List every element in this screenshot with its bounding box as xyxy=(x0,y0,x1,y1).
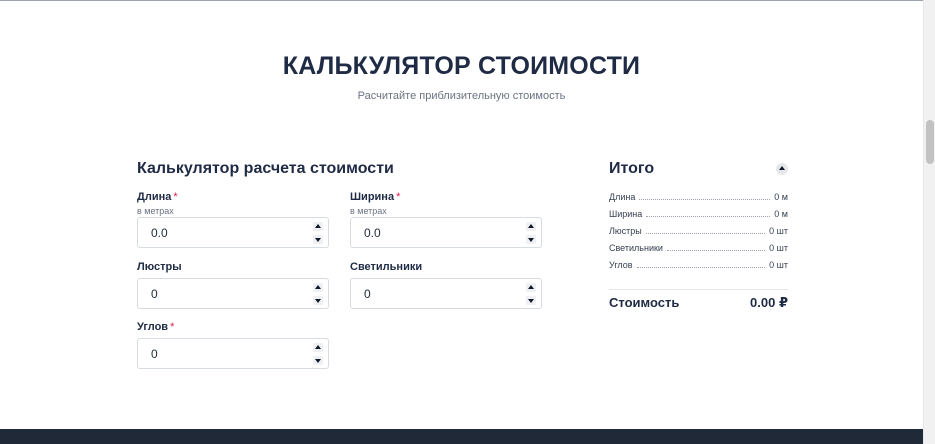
scrollbar-thumb[interactable] xyxy=(926,120,934,164)
chevron-up-icon[interactable] xyxy=(776,163,788,175)
summary-row: Люстры 0 шт xyxy=(609,224,788,236)
dotted-leader xyxy=(645,233,766,234)
dotted-leader xyxy=(646,216,771,217)
width-label: Ширина * xyxy=(350,191,401,203)
decrement-icon[interactable] xyxy=(313,235,323,244)
required-mark: * xyxy=(396,191,401,203)
total-value: 0.00 ₽ xyxy=(750,295,788,310)
length-label: Длина * xyxy=(137,191,178,203)
summary-title: Итого xyxy=(609,160,655,177)
summary-key: Ширина xyxy=(609,209,643,219)
summary-value: 0 шт xyxy=(769,260,788,270)
summary-divider xyxy=(609,289,788,290)
footer xyxy=(0,429,923,444)
dotted-leader xyxy=(639,199,771,200)
lamps-input[interactable]: 0 xyxy=(350,278,542,309)
required-mark: * xyxy=(170,321,175,333)
width-value: 0.0 xyxy=(364,226,381,240)
summary-row: Светильники 0 шт xyxy=(609,241,788,253)
corners-field: Углов * 0 xyxy=(137,321,329,369)
lamps-label: Светильники xyxy=(350,261,423,273)
length-field: Длина * в метрах 0.0 xyxy=(137,191,329,248)
chandeliers-stepper xyxy=(313,283,323,305)
summary-row: Углов 0 шт xyxy=(609,258,788,270)
length-input[interactable]: 0.0 xyxy=(137,217,329,248)
width-input[interactable]: 0.0 xyxy=(350,217,542,248)
decrement-icon[interactable] xyxy=(526,235,536,244)
width-field: Ширина * в метрах 0.0 xyxy=(350,191,542,248)
length-stepper xyxy=(313,222,323,244)
chandeliers-field: Люстры 0 xyxy=(137,261,329,309)
increment-icon[interactable] xyxy=(313,343,323,352)
page-title: КАЛЬКУЛЯТОР СТОИМОСТИ xyxy=(282,52,641,80)
summary-value: 0 шт xyxy=(769,243,788,253)
total-label: Стоимость xyxy=(609,295,680,310)
length-hint: в метрах xyxy=(137,206,174,216)
lamps-field: Светильники 0 xyxy=(350,261,542,309)
summary-key: Светильники xyxy=(609,243,663,253)
corners-label: Углов * xyxy=(137,321,175,333)
required-mark: * xyxy=(173,191,178,203)
summary-value: 0 м xyxy=(774,192,788,202)
summary-key: Люстры xyxy=(609,226,642,236)
chandeliers-input[interactable]: 0 xyxy=(137,278,329,309)
summary-row: Ширина 0 м xyxy=(609,207,788,219)
lamps-value: 0 xyxy=(364,287,371,301)
summary-value: 0 м xyxy=(774,209,788,219)
dotted-leader xyxy=(666,250,766,251)
page-subtitle: Расчитайте приблизительную стоимость xyxy=(357,90,566,102)
increment-icon[interactable] xyxy=(526,222,536,231)
summary-value: 0 шт xyxy=(769,226,788,236)
chandeliers-label: Люстры xyxy=(137,261,182,273)
page-scrollbar[interactable] xyxy=(923,0,935,444)
increment-icon[interactable] xyxy=(313,222,323,231)
summary-row: Длина 0 м xyxy=(609,190,788,202)
width-hint: в метрах xyxy=(350,206,387,216)
decrement-icon[interactable] xyxy=(526,296,536,305)
increment-icon[interactable] xyxy=(313,283,323,292)
decrement-icon[interactable] xyxy=(313,356,323,365)
summary-key: Углов xyxy=(609,260,633,270)
chandeliers-value: 0 xyxy=(151,287,158,301)
lamps-stepper xyxy=(526,283,536,305)
summary-key: Длина xyxy=(609,192,636,202)
increment-icon[interactable] xyxy=(526,283,536,292)
dotted-leader xyxy=(636,267,766,268)
length-value: 0.0 xyxy=(151,226,168,240)
corners-input[interactable]: 0 xyxy=(137,338,329,369)
corners-stepper xyxy=(313,343,323,365)
decrement-icon[interactable] xyxy=(313,296,323,305)
corners-value: 0 xyxy=(151,347,158,361)
top-border xyxy=(0,0,923,1)
calculator-title: Калькулятор расчета стоимости xyxy=(137,160,394,177)
width-stepper xyxy=(526,222,536,244)
